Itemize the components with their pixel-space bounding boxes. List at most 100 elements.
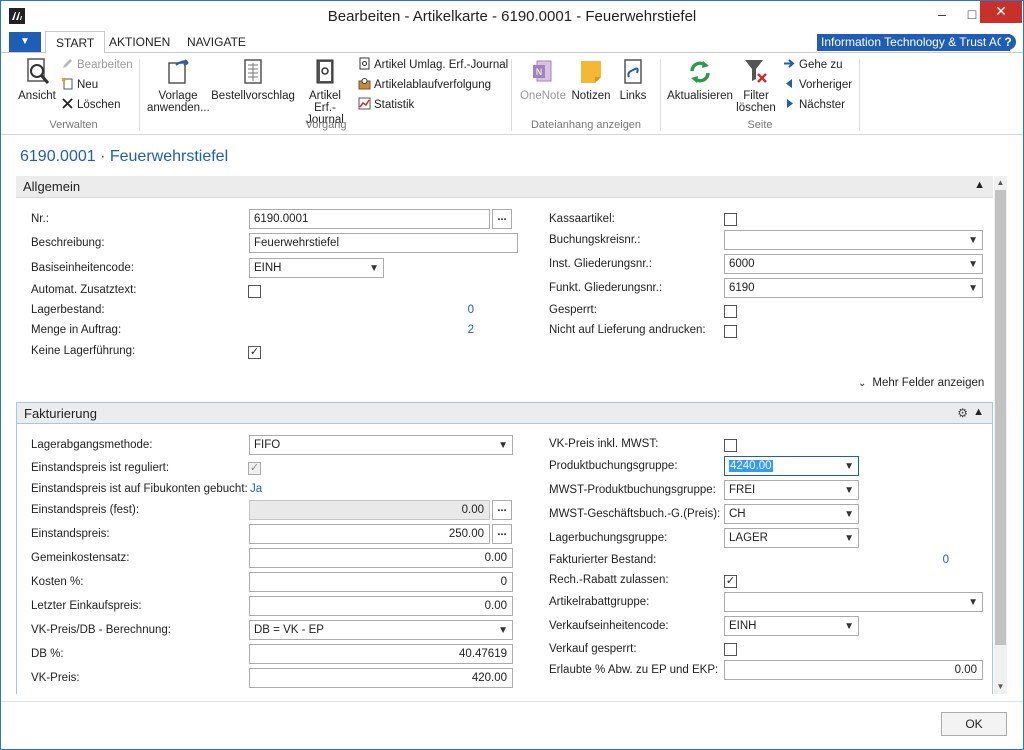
filter-label-2: löschen [736,102,776,114]
customize-gears-icon[interactable]: ⚙ [957,406,968,420]
vorheriger-button[interactable]: Vorheriger [783,76,852,94]
mehr-felder-link[interactable]: ⌄ Mehr Felder anzeigen [858,377,984,389]
close-button[interactable]: ✕ [980,1,1022,23]
section-allgemein-header[interactable]: Allgemein ▲ [16,176,993,198]
card-content: Allgemein ▲ Nr.: 6190.0001 ... Beschreib… [16,176,993,694]
gesperrt-checkbox[interactable] [724,305,737,318]
neu-button[interactable]: Neu [61,76,98,94]
letzter-ek-field[interactable]: 0.00 [249,596,513,616]
vorlage-anwenden-button[interactable]: Vorlage anwenden... [147,57,210,114]
funkt-value: 6190 [729,282,755,294]
artikel-umlag-journal-button[interactable]: Artikel Umlag. Erf.-Journal [358,56,508,74]
artikel-erf-label-1: Artikel Erf.- [309,90,341,114]
ok-button[interactable]: OK [941,712,1007,736]
einst-fest-lookup-button[interactable]: ... [492,500,512,520]
nicht-lief-checkbox[interactable] [724,325,737,338]
file-menu-button[interactable]: ▼ [9,32,41,52]
notizen-button[interactable]: Notizen [569,57,613,102]
loeschen-button[interactable]: Löschen [61,96,120,114]
mwst-gesch-select[interactable]: CH ▼ [724,504,859,524]
statistik-button[interactable]: Statistik [358,96,414,114]
tab-aktionen[interactable]: AKTIONEN [99,31,180,53]
einst-fest-field[interactable]: 0.00 [249,500,490,520]
mwst-gesch-value: CH [729,508,746,520]
lagerbuchung-select[interactable]: LAGER ▼ [724,528,859,548]
footer-bar: OK [1,701,1023,749]
erlaubte-label: Erlaubte % Abw. zu EP und EKP: [549,664,719,676]
scrollbar-thumb[interactable] [995,190,1006,645]
minimize-button[interactable]: ‒ [926,1,958,29]
mwst-produkt-select[interactable]: FREI ▼ [724,480,859,500]
vertical-scrollbar[interactable]: ▲ ▼ [994,176,1007,694]
filter-loeschen-button[interactable]: Filter löschen [735,57,777,114]
group-separator [139,59,140,131]
onenote-button[interactable]: N OneNote [519,57,567,102]
db-field[interactable]: 40.47619 [249,644,513,664]
beschreibung-field[interactable]: Feuerwehrstiefel [249,233,518,253]
chevron-down-icon: ▼ [369,263,379,274]
vk-mwst-label: VK-Preis inkl. MWST: [549,438,659,450]
einst-field[interactable]: 250.00 [249,524,490,544]
collapse-caret-icon[interactable]: ▲ [973,406,984,418]
vk-db-select[interactable]: DB = VK - EP ▼ [249,620,513,640]
ansicht-button[interactable]: Ansicht [15,57,59,102]
help-icon[interactable]: ? [1000,34,1016,50]
artikelablaufverfolgung-button[interactable]: Artikelablaufverfolgung [358,76,491,94]
lagerbestand-label: Lagerbestand: [31,304,105,316]
keine-lager-checkbox[interactable]: ✓ [248,346,261,359]
kassa-checkbox[interactable] [724,213,737,226]
naechster-button[interactable]: Nächster [783,96,845,114]
einst-reguliert-checkbox[interactable]: ✓ [248,462,261,475]
company-badge[interactable]: Information Technology & Trust AG [817,34,1011,51]
buchungskreis-select[interactable]: ▼ [724,230,983,250]
rech-rabatt-label: Rech.-Rabatt zulassen: [549,574,669,586]
verkaufseinheit-select[interactable]: EINH ▼ [724,616,859,636]
group-separator [511,59,512,131]
tab-start[interactable]: START [45,31,106,54]
gesperrt-label: Gesperrt: [549,304,597,316]
einst-gebucht-value[interactable]: Ja [250,483,262,495]
collapse-caret-icon[interactable]: ▲ [974,179,985,191]
section-fakturierung-header[interactable]: Fakturierung ⚙ ▲ [16,402,993,424]
group-vorgang-label: Vorgang [305,119,347,131]
statistik-label: Statistik [374,99,415,111]
automat-checkbox[interactable] [248,285,261,298]
erlaubte-field[interactable]: 0.00 [724,660,983,680]
nr-lookup-button[interactable]: ... [492,209,512,229]
lagerabgang-select[interactable]: FIFO ▼ [249,435,513,455]
bestellvorschlag-button[interactable]: Bestellvorschlag [211,57,295,102]
rech-rabatt-checkbox[interactable]: ✓ [724,575,737,588]
funkt-select[interactable]: 6190 ▼ [724,278,983,298]
artikelrabatt-select[interactable]: ▼ [724,592,983,612]
group-dateianhang-label: Dateianhang anzeigen [530,119,642,131]
menge-value[interactable]: 2 [416,324,474,336]
lagerbestand-value[interactable]: 0 [416,304,474,316]
vk-mwst-checkbox[interactable] [724,439,737,452]
basiseinheit-select[interactable]: EINH ▼ [249,258,384,278]
produkt-select[interactable]: 4240.00 ▼ [724,456,859,476]
einst-gebucht-label: Einstandspreis ist auf Fibukonten gebuch… [31,483,248,495]
fakt-bestand-value[interactable]: 0 [891,554,949,566]
onenote-label: OneNote [519,90,567,102]
aktualisieren-label: Aktualisieren [667,90,733,102]
links-button[interactable]: Links [615,57,651,102]
nr-field[interactable]: 6190.0001 [249,209,490,229]
artikel-erf-journal-button[interactable]: Artikel Erf.- Journal [297,57,353,126]
einst-lookup-button[interactable]: ... [492,524,512,544]
aktualisieren-button[interactable]: Aktualisieren [667,57,733,102]
gehe-zu-button[interactable]: Gehe zu [783,56,842,74]
automat-label: Automat. Zusatztext: [31,284,137,296]
chevron-down-icon: ▼ [844,485,854,496]
verkauf-gesperrt-checkbox[interactable] [724,643,737,656]
gemeinkosten-field[interactable]: 0.00 [249,548,513,568]
kosten-field[interactable]: 0 [249,572,513,592]
scroll-up-icon[interactable]: ▲ [994,176,1007,190]
bearbeiten-button[interactable]: Bearbeiten [61,56,133,74]
links-label: Links [619,90,647,102]
fakt-bestand-label: Fakturierter Bestand: [549,554,657,566]
vk-field[interactable]: 420.00 [249,668,513,688]
view-icon [27,58,50,84]
tab-navigate[interactable]: NAVIGATE [177,31,256,53]
scroll-down-icon[interactable]: ▼ [994,680,1007,694]
inst-select[interactable]: 6000 ▼ [724,254,983,274]
